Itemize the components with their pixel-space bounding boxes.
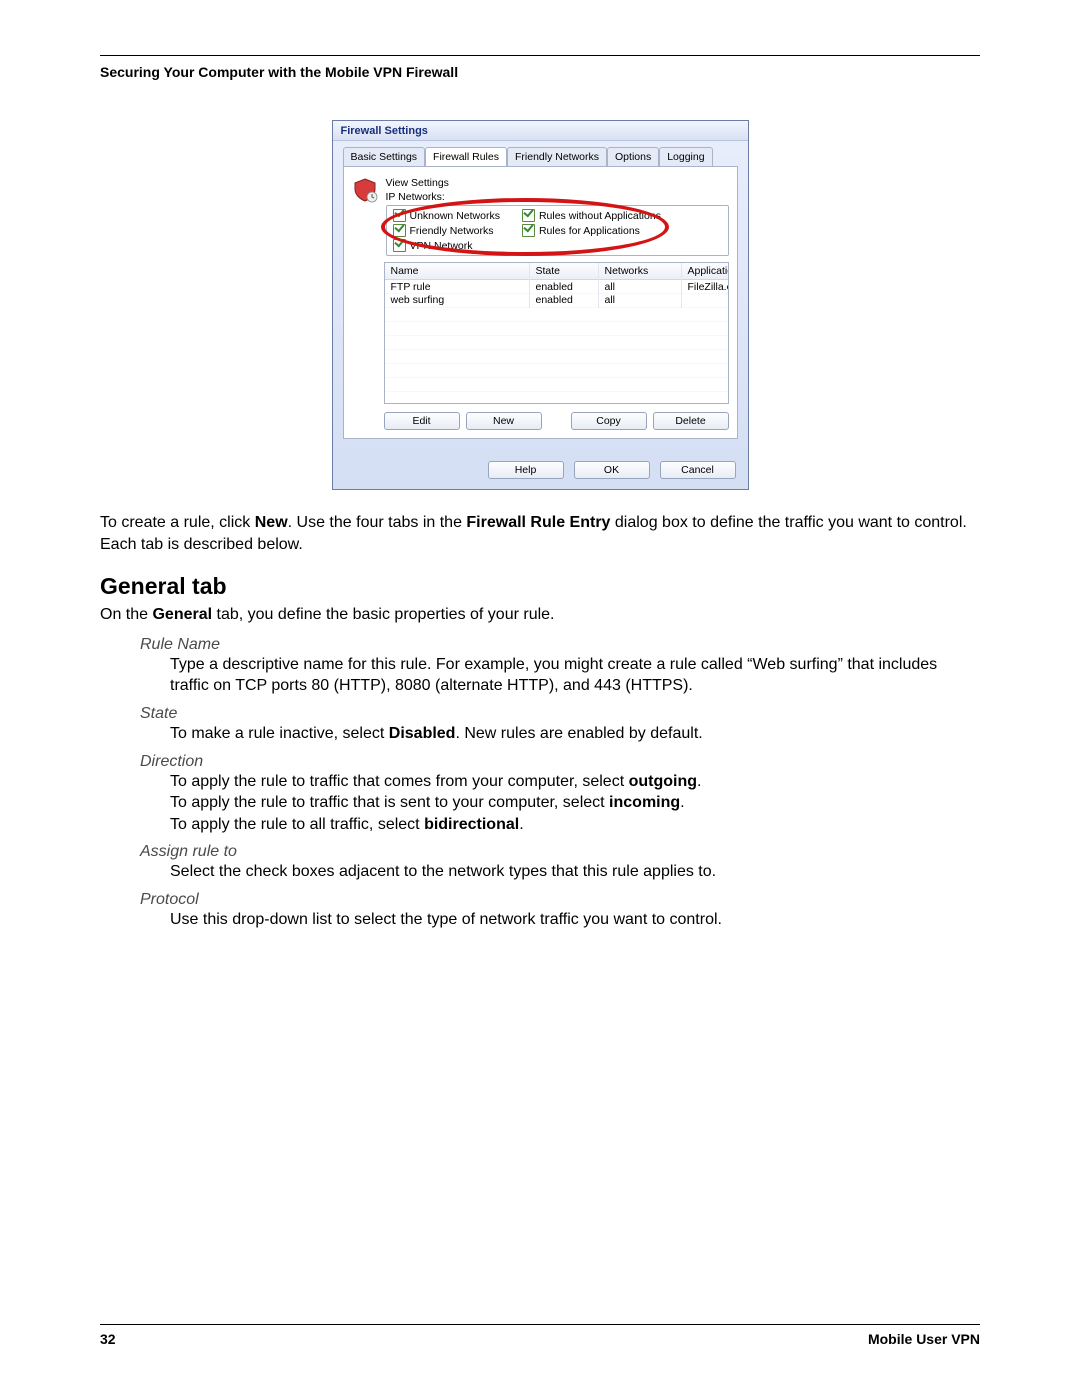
checkbox-icon <box>393 209 406 222</box>
running-header: Securing Your Computer with the Mobile V… <box>100 64 980 80</box>
tab-basic-settings[interactable]: Basic Settings <box>343 147 426 166</box>
window-title: Firewall Settings <box>333 121 748 141</box>
body-assign: Select the check boxes adjacent to the n… <box>170 861 980 883</box>
term-protocol: Protocol <box>140 891 980 909</box>
term-direction: Direction <box>140 753 980 771</box>
cancel-button[interactable]: Cancel <box>660 461 736 479</box>
general-tab-heading: General tab <box>100 573 980 600</box>
check-vpn-network[interactable]: VPN Network <box>393 239 500 252</box>
general-intro: On the General tab, you define the basic… <box>100 604 980 626</box>
tab-options[interactable]: Options <box>607 147 659 166</box>
check-rules-for-apps[interactable]: Rules for Applications <box>522 224 661 237</box>
column-networks[interactable]: Networks <box>599 263 682 279</box>
body-rule-name: Type a descriptive name for this rule. F… <box>170 654 980 697</box>
tab-logging[interactable]: Logging <box>659 147 712 166</box>
column-application[interactable]: Application <box>682 263 728 279</box>
table-row[interactable]: web surfing enabled all <box>385 293 728 306</box>
checkbox-icon <box>522 209 535 222</box>
check-unknown-networks[interactable]: Unknown Networks <box>393 209 500 222</box>
intro-paragraph: To create a rule, click New. Use the fou… <box>100 512 980 555</box>
ip-networks-label: IP Networks: <box>386 191 729 203</box>
firewall-settings-window: Firewall Settings Basic Settings Firewal… <box>332 120 749 490</box>
networks-checkbox-group: Unknown Networks Friendly Networks VPN N… <box>386 205 729 256</box>
new-button[interactable]: New <box>466 412 542 430</box>
body-state: To make a rule inactive, select Disabled… <box>170 723 980 745</box>
term-state: State <box>140 705 980 723</box>
term-assign: Assign rule to <box>140 843 980 861</box>
body-protocol: Use this drop-down list to select the ty… <box>170 909 980 931</box>
check-rules-without-apps[interactable]: Rules without Applications <box>522 209 661 222</box>
edit-button[interactable]: Edit <box>384 412 460 430</box>
body-direction: To apply the rule to traffic that comes … <box>170 771 980 836</box>
term-rule-name: Rule Name <box>140 636 980 654</box>
column-state[interactable]: State <box>530 263 599 279</box>
tab-firewall-rules[interactable]: Firewall Rules <box>425 147 507 166</box>
delete-button[interactable]: Delete <box>653 412 729 430</box>
footer-product: Mobile User VPN <box>868 1331 980 1347</box>
view-settings-label: View Settings <box>386 177 729 189</box>
checkbox-icon <box>393 239 406 252</box>
column-name[interactable]: Name <box>385 263 530 279</box>
check-friendly-networks[interactable]: Friendly Networks <box>393 224 500 237</box>
help-button[interactable]: Help <box>488 461 564 479</box>
rules-table: Name State Networks Application FTP rule… <box>384 262 729 404</box>
shield-icon <box>352 177 378 203</box>
checkbox-icon <box>393 224 406 237</box>
checkbox-icon <box>522 224 535 237</box>
page-number: 32 <box>100 1331 116 1347</box>
copy-button[interactable]: Copy <box>571 412 647 430</box>
tabstrip: Basic Settings Firewall Rules Friendly N… <box>333 141 748 166</box>
ok-button[interactable]: OK <box>574 461 650 479</box>
tab-friendly-networks[interactable]: Friendly Networks <box>507 147 607 166</box>
